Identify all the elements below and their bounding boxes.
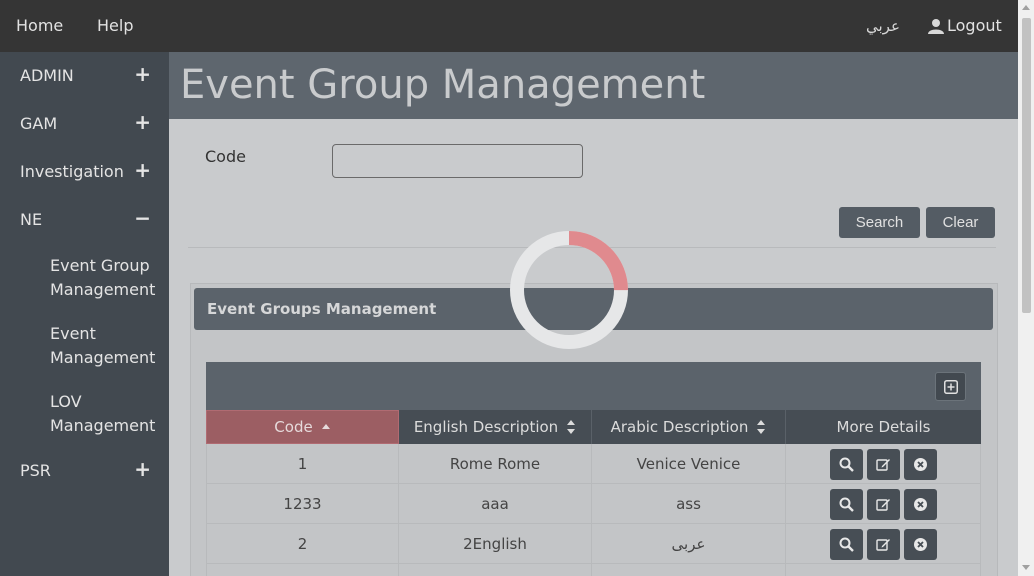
logout-link[interactable]: Logout: [928, 16, 1002, 35]
logout-label: Logout: [947, 16, 1002, 35]
sidebar-item-label: ADMIN: [20, 66, 74, 85]
table-cell: [592, 564, 786, 576]
scroll-down-arrow-icon[interactable]: [1022, 565, 1030, 570]
sort-icon: [757, 420, 766, 434]
delete-button[interactable]: [903, 488, 937, 520]
column-header-arabic-description[interactable]: Arabic Description: [592, 410, 786, 444]
expand-plus-icon: +: [134, 110, 151, 134]
vertical-scrollbar[interactable]: [1018, 0, 1034, 576]
sidebar-subitem-label: Event Group: [50, 256, 150, 275]
sidebar-item-psr[interactable]: PSR +: [20, 457, 155, 481]
edit-button[interactable]: [866, 528, 900, 560]
cell-english-description: Rome Rome: [399, 444, 592, 484]
cell-arabic-description: عربى: [592, 524, 786, 564]
loading-spinner: [510, 231, 628, 349]
collapse-minus-icon: −: [134, 206, 151, 230]
code-input[interactable]: [332, 144, 583, 178]
sidebar: ADMIN + GAM + Investigation + NE − Event…: [0, 52, 169, 576]
sidebar-item-admin[interactable]: ADMIN +: [20, 62, 155, 86]
sidebar-subitem-event-management[interactable]: Event Management: [50, 322, 160, 370]
scroll-up-arrow-icon[interactable]: [1022, 5, 1030, 10]
cell-english-description: aaa: [399, 484, 592, 524]
edit-button[interactable]: [866, 488, 900, 520]
sidebar-item-label: Investigation: [20, 162, 124, 181]
sidebar-item-label: PSR: [20, 461, 51, 480]
view-button[interactable]: [829, 528, 863, 560]
cell-actions: [786, 444, 981, 484]
delete-button[interactable]: [903, 448, 937, 480]
cell-english-description: 2English: [399, 524, 592, 564]
cell-actions: [786, 484, 981, 524]
edit-icon: [875, 538, 890, 551]
table-cell: [786, 564, 981, 576]
column-header-english-description[interactable]: English Description: [399, 410, 592, 444]
search-icon: [839, 537, 854, 552]
sidebar-item-label: GAM: [20, 114, 58, 133]
table-header: Code English Description Arabic Descript…: [206, 410, 981, 444]
cell-code: 2: [206, 524, 399, 564]
edit-button[interactable]: [866, 448, 900, 480]
table-toolbar: [206, 362, 981, 410]
search-icon: [839, 497, 854, 512]
table-cell: [399, 564, 592, 576]
cell-arabic-description: Venice Venice: [592, 444, 786, 484]
table-row: 2 2English عربى: [206, 524, 981, 564]
search-button[interactable]: Search: [839, 207, 920, 238]
column-header-label: Arabic Description: [610, 418, 749, 436]
sidebar-item-ne[interactable]: NE −: [20, 206, 155, 230]
close-circle-icon: [913, 537, 927, 551]
scrollbar-thumb[interactable]: [1022, 18, 1031, 313]
expand-plus-icon: +: [134, 457, 151, 481]
clear-button[interactable]: Clear: [926, 207, 995, 238]
column-header-label: English Description: [413, 418, 559, 436]
edit-icon: [875, 498, 890, 511]
delete-button[interactable]: [903, 528, 937, 560]
cell-arabic-description: ass: [592, 484, 786, 524]
search-icon: [839, 457, 854, 472]
nav-help-link[interactable]: Help: [97, 16, 133, 35]
sidebar-item-label: NE: [20, 210, 43, 229]
page-header: Event Group Management: [169, 52, 1018, 119]
sidebar-item-investigation[interactable]: Investigation +: [20, 158, 155, 182]
column-header-label: Code: [274, 418, 313, 436]
expand-all-button[interactable]: [935, 372, 966, 401]
column-header-code[interactable]: Code: [206, 410, 399, 444]
sidebar-item-gam[interactable]: GAM +: [20, 110, 155, 134]
language-toggle-link[interactable]: عربي: [866, 17, 900, 35]
sidebar-subitem-label: Management: [50, 348, 156, 367]
page-title: Event Group Management: [180, 62, 706, 108]
cell-actions: [786, 524, 981, 564]
code-label: Code: [205, 147, 246, 166]
table-row: 1 Rome Rome Venice Venice: [206, 444, 981, 484]
user-icon: [928, 18, 944, 34]
view-button[interactable]: [829, 488, 863, 520]
cell-code: 1233: [206, 484, 399, 524]
sort-asc-icon: [321, 424, 330, 429]
close-circle-icon: [913, 457, 927, 471]
panel-title: Event Groups Management: [207, 300, 437, 318]
table-row: [206, 564, 981, 576]
cell-code: 1: [206, 444, 399, 484]
sidebar-subitem-lov-management[interactable]: LOV Management: [50, 390, 160, 438]
column-header-label: More Details: [836, 418, 931, 436]
view-button[interactable]: [829, 448, 863, 480]
expand-plus-icon: +: [134, 158, 151, 182]
sidebar-subitem-label: Management: [50, 280, 156, 299]
plus-square-icon: [943, 379, 958, 394]
column-header-more-details: More Details: [786, 410, 981, 444]
sidebar-subitem-event-group-management[interactable]: Event Group Management: [50, 254, 160, 302]
sidebar-subitem-label: Event: [50, 324, 96, 343]
sidebar-subitem-label: Management: [50, 416, 156, 435]
close-circle-icon: [913, 497, 927, 511]
expand-plus-icon: +: [134, 62, 151, 86]
sidebar-subitem-label: LOV: [50, 392, 82, 411]
nav-home-link[interactable]: Home: [16, 16, 63, 35]
table-row: 1233 aaa ass: [206, 484, 981, 524]
edit-icon: [875, 458, 890, 471]
top-navbar: Home Help عربي Logout: [0, 0, 1018, 52]
sort-icon: [567, 420, 576, 434]
table-cell: [206, 564, 399, 576]
